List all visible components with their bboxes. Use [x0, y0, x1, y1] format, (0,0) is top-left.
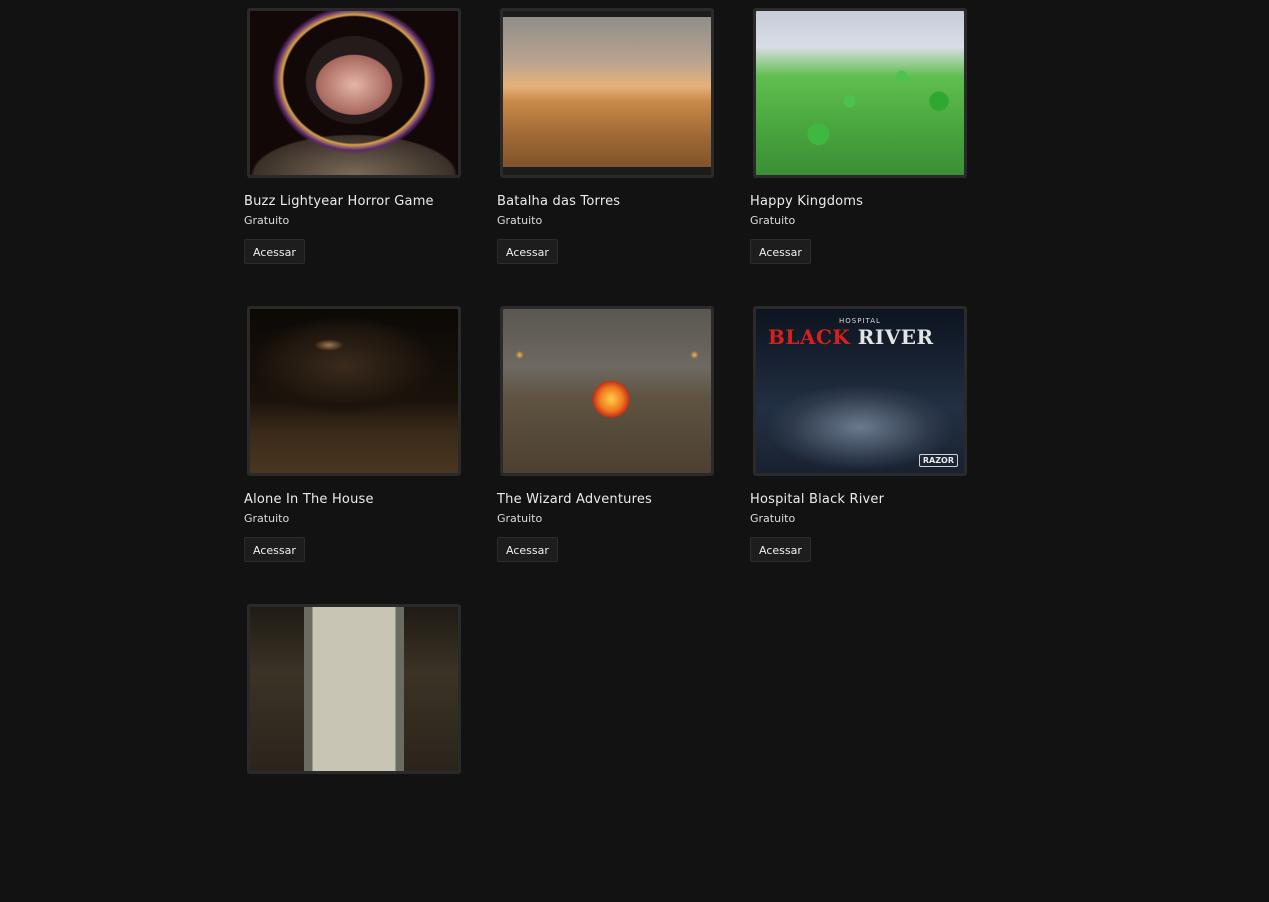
game-title: Buzz Lightyear Horror Game: [244, 194, 434, 209]
game-card-the-wizard-adventures: The Wizard Adventures Gratuito Acessar: [497, 306, 720, 604]
game-price: Gratuito: [497, 214, 543, 227]
game-card-batalha-das-torres: Batalha das Torres Gratuito Acessar: [497, 8, 720, 306]
game-card-buzz-lightyear: Buzz Lightyear Horror Game Gratuito Aces…: [244, 8, 467, 306]
game-card-partial: [244, 604, 467, 902]
game-title: Hospital Black River: [750, 492, 885, 507]
game-title: The Wizard Adventures: [497, 492, 652, 507]
dark-corridor-thumbnail-icon: [250, 607, 458, 771]
access-button[interactable]: Acessar: [750, 239, 811, 264]
game-thumbnail[interactable]: [500, 306, 714, 476]
game-thumbnail[interactable]: [247, 306, 461, 476]
thumbnail-logo-title: BLACK RIVER: [768, 325, 934, 349]
game-price: Gratuito: [497, 512, 543, 525]
game-card-alone-in-the-house: Alone In The House Gratuito Acessar: [244, 306, 467, 604]
access-button[interactable]: Acessar: [497, 537, 558, 562]
access-button[interactable]: Acessar: [750, 537, 811, 562]
access-button[interactable]: Acessar: [244, 537, 305, 562]
game-title: Batalha das Torres: [497, 194, 621, 209]
game-price: Gratuito: [244, 214, 290, 227]
game-price: Gratuito: [750, 214, 796, 227]
game-grid: Buzz Lightyear Horror Game Gratuito Aces…: [244, 8, 1004, 902]
buzz-lightyear-thumbnail-icon: [250, 11, 458, 175]
game-thumbnail[interactable]: [247, 604, 461, 774]
access-button[interactable]: Acessar: [244, 239, 305, 264]
game-thumbnail[interactable]: HOSPITAL BLACK RIVER RAZOR: [753, 306, 967, 476]
game-price: Gratuito: [244, 512, 290, 525]
game-thumbnail[interactable]: [500, 8, 714, 178]
game-card-happy-kingdoms: Happy Kingdoms Gratuito Acessar: [750, 8, 973, 306]
thumbnail-logo-word-white: RIVER: [857, 325, 934, 349]
thumbnail-logo-subtitle: HOSPITAL: [839, 317, 881, 325]
low-poly-kingdom-thumbnail-icon: [756, 11, 964, 175]
thumbnail-logo-word-red: BLACK: [768, 325, 851, 349]
wizard-fire-thumbnail-icon: [503, 309, 711, 473]
game-title: Alone In The House: [244, 492, 374, 507]
dark-room-thumbnail-icon: [250, 309, 458, 473]
access-button[interactable]: Acessar: [497, 239, 558, 264]
hospital-ward-thumbnail-icon: HOSPITAL BLACK RIVER RAZOR: [756, 309, 964, 473]
game-price: Gratuito: [750, 512, 796, 525]
game-thumbnail[interactable]: [247, 8, 461, 178]
game-thumbnail[interactable]: [753, 8, 967, 178]
tower-cannon-thumbnail-icon: [503, 11, 711, 175]
game-title: Happy Kingdoms: [750, 194, 864, 209]
game-card-hospital-black-river: HOSPITAL BLACK RIVER RAZOR Hospital Blac…: [750, 306, 973, 604]
publisher-badge: RAZOR: [918, 454, 958, 467]
